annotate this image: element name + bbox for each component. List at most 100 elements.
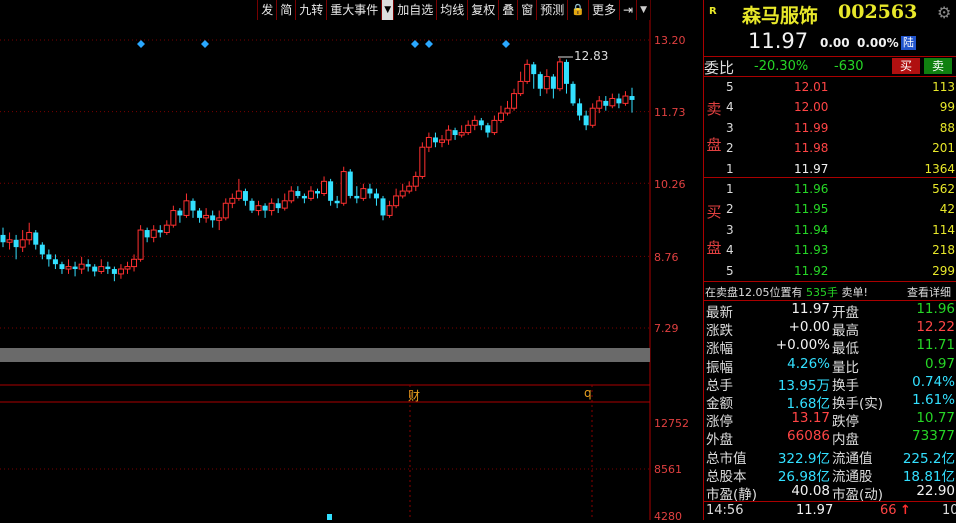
candle [531, 61, 537, 89]
candle [150, 225, 157, 243]
level-price: 11.97 [794, 161, 829, 176]
price-axis-label-4: 7.29 [654, 322, 679, 335]
toolbar-simple-button[interactable]: 简 [276, 0, 296, 20]
stat-label-left: 振幅 [706, 359, 733, 376]
level-volume: 42 [939, 202, 955, 217]
candle [570, 81, 576, 106]
candle [393, 188, 400, 209]
stat-row: 总手 13.95万 换手 0.74% [704, 373, 956, 394]
stat-value-left: 11.97 [791, 301, 830, 317]
candles [0, 58, 635, 282]
candle-body [98, 266, 105, 272]
tick-time: 14:56 [706, 503, 744, 518]
settings-gear-icon[interactable]: ⚙ [937, 3, 951, 22]
weicha-value: -630 [834, 59, 864, 74]
toolbar-major-events-button[interactable]: 重大事件 [326, 0, 382, 20]
candle-body [399, 190, 406, 197]
toolbar-window-button[interactable]: 窗 [517, 0, 537, 20]
candle-body [425, 136, 432, 148]
candle [556, 58, 563, 92]
buy-button[interactable]: 买 [892, 58, 920, 74]
candle-body [124, 266, 131, 270]
candle-body [563, 61, 569, 84]
candle [124, 261, 131, 274]
candle-body [452, 130, 458, 136]
candle-body [616, 98, 622, 104]
quote-panel: R 森马服饰 002563 ⚙ 11.97 0.00 0.00% 陆 委比 -2… [703, 0, 956, 520]
kline-chart-area[interactable]: 13.20 11.73 10.26 8.76 7.29 12752 8561 4… [0, 0, 703, 523]
level-price: 11.93 [794, 243, 829, 258]
candle-body [497, 112, 504, 121]
candle-body [268, 202, 275, 212]
toolbar-jiuzhuan-button[interactable]: 九转 [295, 0, 327, 20]
level-number: 1 [726, 161, 734, 176]
candle [78, 256, 85, 274]
event-diamond-icon [201, 40, 209, 48]
candle-body [504, 107, 511, 114]
buy-level-row[interactable]: 3 11.94 114 [704, 220, 956, 240]
stat-row: 总市值 322.9亿 流通值 225.2亿 [704, 447, 956, 467]
candle [328, 178, 334, 206]
candle-body [367, 188, 373, 194]
connect-tag[interactable]: 陆 [901, 36, 916, 50]
candle-body [275, 203, 281, 209]
candle-body [301, 195, 307, 199]
candle-body [315, 191, 320, 194]
candle-body [249, 200, 255, 211]
toolbar-ma-button[interactable]: 均线 [436, 0, 468, 20]
toolbar-forecast-button[interactable]: 预测 [536, 0, 568, 20]
candle [432, 132, 438, 148]
volume-axis-label-2: 4280 [654, 510, 682, 523]
toolbar-more-dropdown-icon[interactable]: ▼ [636, 0, 650, 20]
stat-value-left: 322.9亿 [777, 450, 830, 467]
stat-row: 市盈(静) 40.08 市盈(动) 22.90 [704, 483, 956, 503]
toolbar-add-watchlist-button[interactable]: 加自选 [393, 0, 437, 20]
candle [629, 87, 635, 113]
sell-level-row[interactable]: 1 11.97 1364 [704, 159, 956, 179]
buy-level-row[interactable]: 1 11.96 562 [704, 179, 956, 199]
toolbar-overlay-button[interactable]: 叠 [498, 0, 518, 20]
weibi-pct: -20.30% [754, 59, 809, 74]
candle [307, 186, 314, 201]
stat-value-left: 26.98亿 [777, 468, 830, 485]
buy-level-row[interactable]: 5 11.92 299 [704, 261, 956, 281]
candle [65, 259, 72, 274]
notice-detail-link[interactable]: 查看详细 [907, 284, 951, 300]
event-marker-finance[interactable]: 财 [408, 387, 420, 404]
candle-body [163, 224, 170, 233]
buy-level-row[interactable]: 2 11.95 42 [704, 199, 956, 219]
event-diamond-icon [425, 40, 433, 48]
candle [255, 200, 262, 216]
stat-value-left: 40.08 [791, 483, 830, 499]
candle [111, 266, 117, 282]
event-diamond-icon [502, 40, 510, 48]
sell-level-row[interactable]: 3 11.99 88 [704, 118, 956, 138]
buy-level-row[interactable]: 4 11.93 218 [704, 240, 956, 260]
stat-value-right: 0.74% [912, 373, 955, 390]
kline-chart[interactable] [0, 0, 703, 520]
candle-body [255, 205, 262, 212]
toolbar-adjust-button[interactable]: 复权 [467, 0, 499, 20]
candle [524, 59, 531, 84]
toolbar-fa-button[interactable]: 发 [257, 0, 277, 20]
event-marker-q[interactable]: q [584, 386, 592, 400]
toolbar-events-dropdown-icon[interactable]: ▼ [381, 0, 394, 20]
candle [170, 205, 177, 228]
lock-icon[interactable]: 🔒 [567, 0, 588, 20]
candle-body [105, 266, 111, 270]
sell-level-row[interactable]: 5 12.01 113 [704, 77, 956, 97]
tick-row: 14:56 11.97 66 ↑ 10 [704, 503, 956, 520]
candle [465, 120, 472, 136]
sell-button[interactable]: 卖 [924, 58, 952, 74]
sell-level-row[interactable]: 4 12.00 99 [704, 97, 956, 117]
candle-body [150, 229, 157, 238]
divider [704, 501, 956, 502]
collapse-panel-icon[interactable]: ⇥ [619, 0, 637, 20]
toolbar-more-button[interactable]: 更多 [588, 0, 620, 20]
level2-badge: R [709, 6, 717, 17]
stat-row: 振幅 4.26% 量比 0.97 [704, 356, 956, 376]
price-change: 0.00 [820, 36, 850, 50]
level-number: 3 [726, 222, 734, 237]
candle [425, 132, 432, 153]
sell-level-row[interactable]: 2 11.98 201 [704, 138, 956, 158]
